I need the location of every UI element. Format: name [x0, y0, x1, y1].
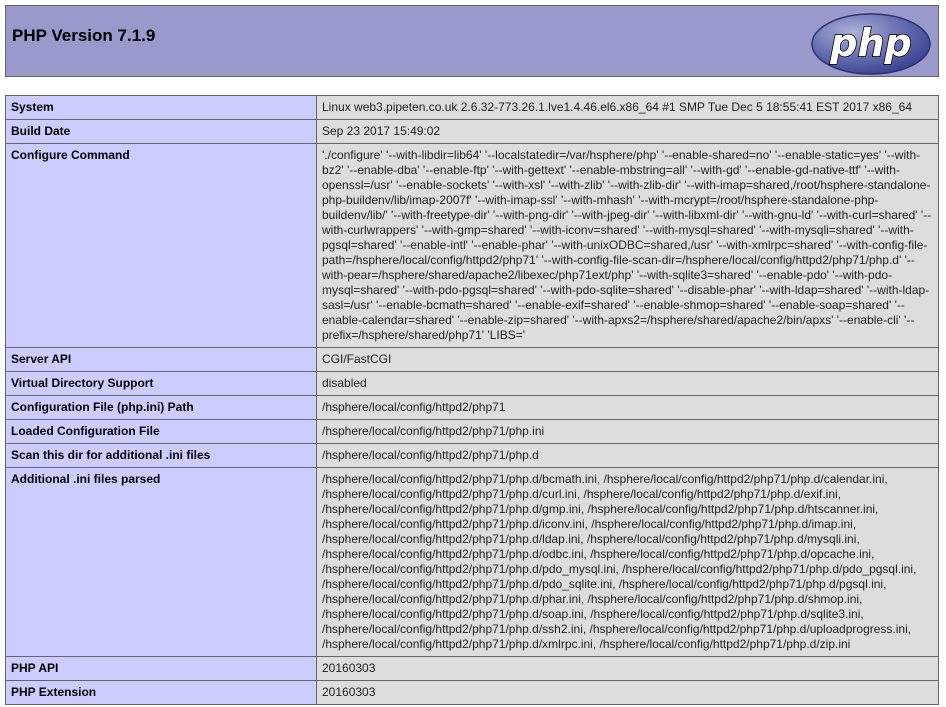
row-label: PHP Extension	[5, 680, 317, 705]
table-row: PHP API 20160303	[5, 656, 939, 681]
table-row: Virtual Directory Support disabled	[5, 371, 939, 396]
row-label: Loaded Configuration File	[5, 419, 317, 444]
table-row: Loaded Configuration File/hsphere/local/…	[5, 419, 939, 444]
row-label: PHP API	[5, 656, 317, 681]
page-title: PHP Version 7.1.9	[12, 26, 156, 45]
table-row: Additional .ini files parsed/hsphere/loc…	[5, 467, 939, 657]
row-value: 20160303	[316, 656, 939, 681]
row-value: /hsphere/local/config/httpd2/php71/php.d…	[316, 467, 939, 657]
row-label: Server API	[5, 347, 317, 372]
logo-text: php	[829, 21, 911, 65]
row-label: System	[5, 95, 317, 120]
table-row: Configure Command './configure' '--with-l…	[5, 143, 939, 348]
info-table: System Linux web3.pipeten.co.uk 2.6.32-77…	[5, 95, 939, 705]
row-value: /hsphere/local/config/httpd2/php71/php.d	[316, 443, 939, 468]
row-label: Configuration File (php.ini) Path	[5, 395, 317, 420]
php-logo[interactable]: php	[810, 12, 932, 76]
row-label: Build Date	[5, 119, 317, 144]
row-label: Additional .ini files parsed	[5, 467, 317, 657]
row-value: 20160303	[316, 680, 939, 705]
table-row: PHP Extension 20160303	[5, 680, 939, 705]
page-header: PHP Version 7.1.9 php	[5, 5, 939, 77]
table-row: Build Date Sep 23 2017 15:49:02	[5, 119, 939, 144]
row-label: Virtual Directory Support	[5, 371, 317, 396]
table-row: System Linux web3.pipeten.co.uk 2.6.32-77…	[5, 95, 939, 120]
row-value: './configure' '--with-libdir=lib64' '--l…	[316, 143, 939, 348]
row-label: Configure Command	[5, 143, 317, 348]
row-label: Scan this dir for additional .ini files	[5, 443, 317, 468]
row-value: CGI/FastCGI	[316, 347, 939, 372]
row-value: disabled	[316, 371, 939, 396]
row-value: Linux web3.pipeten.co.uk 2.6.32-773.26.1…	[316, 95, 939, 120]
row-value: /hsphere/local/config/httpd2/php71	[316, 395, 939, 420]
row-value: /hsphere/local/config/httpd2/php71/php.i…	[316, 419, 939, 444]
table-row: Configuration File (php.ini) Path/hspher…	[5, 395, 939, 420]
table-row: Server API CGI/FastCGI	[5, 347, 939, 372]
table-row: Scan this dir for additional .ini files /…	[5, 443, 939, 468]
row-value: Sep 23 2017 15:49:02	[316, 119, 939, 144]
